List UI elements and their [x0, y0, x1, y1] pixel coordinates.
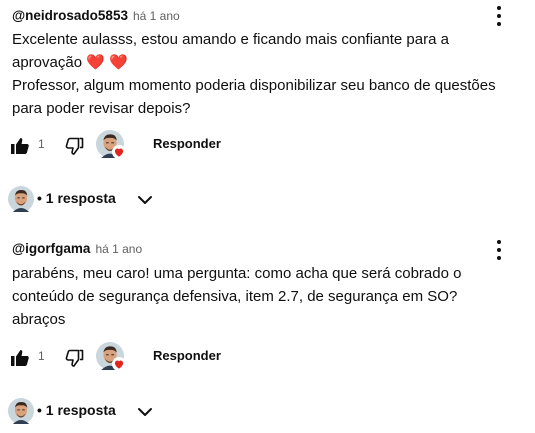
reply-author-avatar — [8, 186, 34, 212]
view-replies-button[interactable]: • 1 resposta — [8, 185, 208, 213]
creator-heart-avatar[interactable] — [96, 342, 128, 374]
comment-text: parabéns, meu caro! uma pergunta: como a… — [12, 262, 527, 331]
reply-button[interactable]: Responder — [153, 348, 221, 363]
comment-time[interactable]: há 1 ano — [95, 242, 142, 256]
comment-line: parabéns, meu caro! uma pergunta: como a… — [12, 265, 462, 282]
more-vert-icon[interactable] — [487, 4, 511, 28]
comment-line: abraços — [12, 311, 66, 328]
comment-author[interactable]: @igorfgama — [12, 241, 90, 256]
reply-button[interactable]: Responder — [153, 136, 221, 151]
comment-time[interactable]: há 1 ano — [133, 9, 180, 23]
comment-thread: @neidrosado5853 há 1 ano Excelente aulass… — [11, 0, 527, 215]
heart-badge-icon — [112, 357, 126, 371]
comment-text: Excelente aulasss, estou amando e ficand… — [12, 28, 527, 120]
comment-line: para poder revisar depois? — [12, 100, 191, 117]
thumbs-up-icon[interactable] — [8, 134, 32, 158]
chevron-down-icon — [138, 196, 152, 204]
reply-author-avatar — [8, 398, 34, 424]
comment-line: Professor, algum momento poderia disponi… — [12, 77, 496, 94]
creator-heart-avatar[interactable] — [96, 130, 128, 162]
comment-line: aprovação — [12, 54, 83, 71]
heart-badge-icon — [112, 145, 126, 159]
comment-actions: 1 Responder — [11, 342, 312, 374]
comment-thread: @igorfgama há 1 ano parabéns, meu caro! u… — [11, 232, 527, 412]
comment-header: @igorfgama há 1 ano — [12, 239, 142, 259]
replies-count-label: • 1 resposta — [37, 190, 116, 206]
more-vert-icon[interactable] — [487, 238, 511, 262]
comment-line: conteúdo de segurança defensiva, item 2.… — [12, 288, 458, 305]
comment-line: Excelente aulasss, estou amando e ficand… — [12, 31, 449, 48]
thumbs-up-icon[interactable] — [8, 346, 32, 370]
comment-author[interactable]: @neidrosado5853 — [12, 8, 128, 23]
comment-header: @neidrosado5853 há 1 ano — [12, 6, 180, 26]
thumbs-down-icon[interactable] — [62, 346, 86, 370]
comment-line-with-emoji: aprovação ❤️ ❤️ — [12, 51, 527, 74]
like-count: 1 — [38, 137, 45, 151]
replies-count-label: • 1 resposta — [37, 402, 116, 418]
thumbs-down-icon[interactable] — [62, 134, 86, 158]
view-replies-button[interactable]: • 1 resposta — [8, 397, 208, 425]
heart-emoji: ❤️ ❤️ — [86, 54, 128, 71]
like-count: 1 — [38, 349, 45, 363]
comment-actions: 1 Responder — [11, 130, 312, 162]
chevron-down-icon — [138, 408, 152, 416]
